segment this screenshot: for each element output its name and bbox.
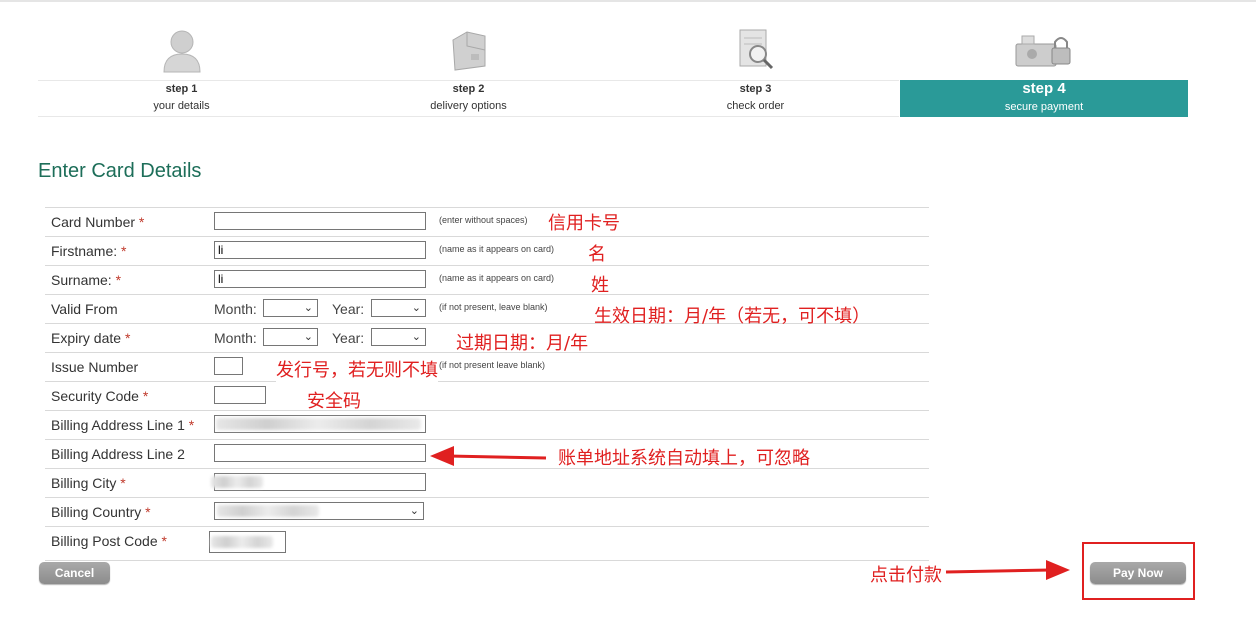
step-4: step 4 secure payment	[900, 20, 1188, 117]
step-number: step 1	[165, 83, 198, 95]
field-label: Issue Number	[51, 359, 139, 375]
chevron-down-icon: ⌄	[411, 331, 421, 343]
magnifier-icon	[739, 29, 773, 70]
redacted-value	[211, 536, 273, 548]
redacted-value	[217, 505, 319, 517]
field-label: Billing Address Line 2	[51, 446, 185, 462]
step-number: step 2	[452, 83, 485, 95]
year-label: Year:	[332, 330, 365, 346]
lock-icon	[1015, 35, 1071, 67]
form-row-surname: Surname: * (name as it appears on card)	[45, 265, 929, 294]
field-hint: (enter without spaces)	[439, 215, 528, 225]
field-label: Expiry date *	[51, 330, 131, 346]
month-label: Month:	[214, 330, 257, 346]
annotation-expiry: 过期日期：月/年	[456, 333, 589, 354]
issue-number-input[interactable]	[214, 357, 243, 375]
step-label: your details	[153, 100, 210, 112]
field-hint: (if not present, leave blank)	[439, 302, 548, 312]
month-label: Month:	[214, 301, 257, 317]
form-row-firstname: Firstname: * (name as it appears on card…	[45, 236, 929, 265]
user-icon	[162, 30, 201, 73]
annotation-first: 名	[588, 244, 606, 265]
field-label: Billing Post Code *	[51, 533, 167, 549]
redacted-value	[216, 418, 421, 430]
form-row-postcode: Billing Post Code *	[45, 526, 929, 561]
field-label: Card Number *	[51, 214, 145, 230]
form-row-security-code: Security Code *	[45, 381, 929, 410]
step-label: secure payment	[1004, 101, 1084, 113]
surname-input[interactable]	[214, 270, 426, 288]
pay-now-button[interactable]: Pay Now	[1090, 562, 1186, 584]
step-label: check order	[726, 100, 785, 112]
annotation-sur: 姓	[591, 275, 609, 296]
form-row-city: Billing City *	[45, 468, 929, 497]
chevron-down-icon: ⌄	[411, 302, 421, 314]
step-2: step 2 delivery options	[325, 20, 612, 117]
chevron-down-icon: ⌄	[409, 505, 419, 517]
form-row-card-number: Card Number * (enter without spaces)	[45, 207, 929, 236]
page-title: Enter Card Details	[38, 160, 202, 182]
chevron-down-icon: ⌄	[303, 302, 313, 314]
step-3: step 3 check order	[612, 20, 899, 117]
year-label: Year:	[332, 301, 365, 317]
checkout-steps: step 1 your details step 2 delivery opti…	[38, 20, 1188, 117]
valid-from-year-select[interactable]: ⌄	[371, 299, 426, 317]
annotation-pay: 点击付款	[870, 565, 942, 586]
arrow-right-icon	[945, 560, 1070, 580]
security-code-input[interactable]	[214, 386, 266, 404]
step-number: step 4	[1022, 80, 1066, 97]
field-label: Security Code *	[51, 388, 149, 404]
annotation-security: 安全码	[307, 391, 361, 412]
card-details-form: Card Number * (enter without spaces) Fir…	[45, 207, 929, 561]
annotation-address: 账单地址系统自动填上，可忽略	[558, 448, 810, 469]
expiry-month-select[interactable]: ⌄	[263, 328, 318, 346]
annotation-card: 信用卡号	[548, 213, 620, 234]
box-icon	[451, 31, 485, 71]
form-row-address-1: Billing Address Line 1 *	[45, 410, 929, 439]
cancel-button[interactable]: Cancel	[39, 562, 110, 584]
field-hint: (name as it appears on card)	[439, 273, 555, 283]
top-border	[0, 0, 1256, 2]
field-hint: (name as it appears on card)	[439, 244, 555, 254]
annotation-valid: 生效日期：月/年（若无，可不填）	[594, 306, 871, 327]
firstname-input[interactable]	[214, 241, 426, 259]
field-label: Firstname: *	[51, 243, 127, 259]
field-hint: (if not present leave blank)	[439, 360, 546, 370]
annotation-issue: 发行号，若无则不填	[276, 356, 438, 382]
field-label: Valid From	[51, 301, 118, 317]
chevron-down-icon: ⌄	[303, 331, 313, 343]
expiry-year-select[interactable]: ⌄	[371, 328, 426, 346]
step-label: delivery options	[430, 100, 507, 112]
step-number: step 3	[739, 83, 772, 95]
field-label: Billing Country *	[51, 504, 151, 520]
card-number-input[interactable]	[214, 212, 426, 230]
valid-from-month-select[interactable]: ⌄	[263, 299, 318, 317]
address-line-2-input[interactable]	[214, 444, 426, 462]
form-row-country: Billing Country * ⌄	[45, 497, 929, 526]
step-1: step 1 your details	[38, 20, 325, 117]
form-row-issue-number: Issue Number (if not present leave blank…	[45, 352, 929, 381]
field-label: Billing Address Line 1 *	[51, 417, 195, 433]
field-label: Billing City *	[51, 475, 126, 491]
field-label: Surname: *	[51, 272, 122, 288]
redacted-value	[211, 476, 263, 488]
